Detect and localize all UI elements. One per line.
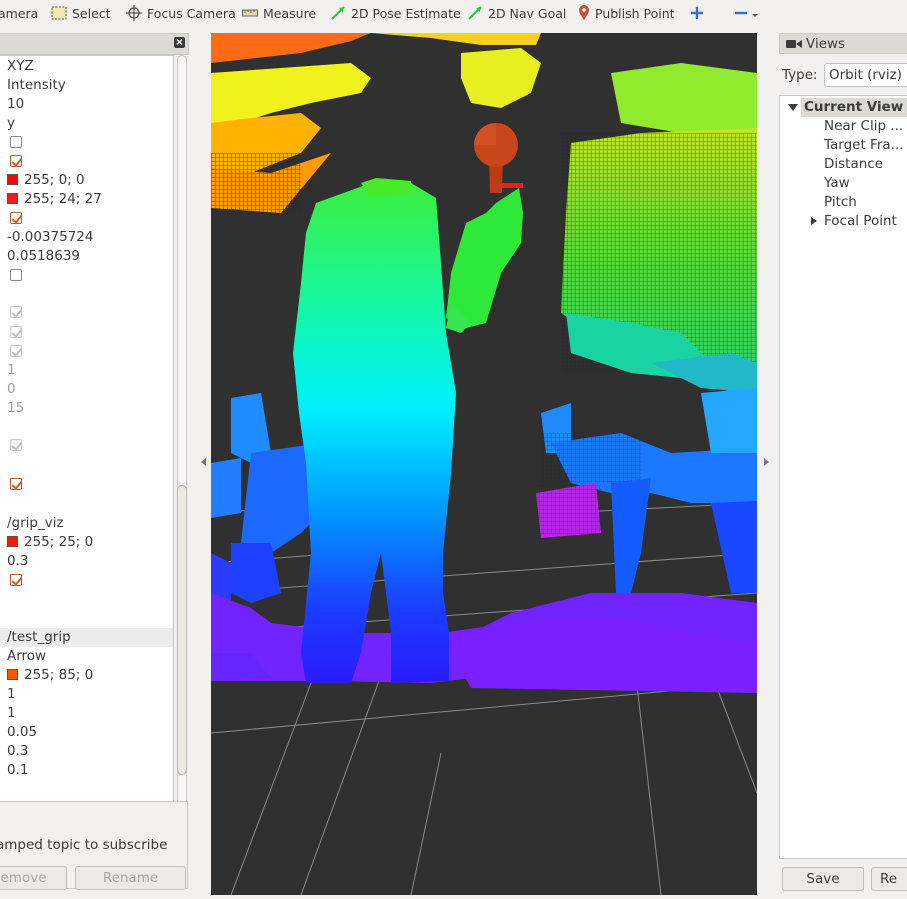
min-color-value[interactable]: 255; 0; 0 bbox=[7, 171, 85, 190]
select-tool-label: Select bbox=[72, 5, 111, 21]
disabled-checkbox-3 bbox=[10, 345, 22, 357]
displays-panel-header: × bbox=[0, 33, 189, 55]
invert-rainbow-checkbox[interactable] bbox=[10, 155, 22, 167]
pose-estimate-label: 2D Pose Estimate bbox=[351, 5, 461, 21]
grip-viz-alpha[interactable]: 0.3 bbox=[7, 552, 28, 571]
point-cloud-render bbox=[211, 33, 757, 895]
distance-item[interactable]: Distance bbox=[824, 155, 883, 174]
test-grip-color-text: 255; 85; 0 bbox=[24, 667, 94, 683]
grip-viz-color[interactable]: 255; 25; 0 bbox=[7, 533, 93, 552]
min-color-text: 255; 0; 0 bbox=[24, 172, 85, 188]
test-grip-enabled-checkbox[interactable] bbox=[10, 574, 22, 586]
test-grip-head-length[interactable]: 0.3 bbox=[7, 742, 28, 761]
add-tool-button[interactable] bbox=[690, 0, 704, 26]
channel-name-value[interactable]: y bbox=[7, 114, 15, 133]
collapse-current-view-icon[interactable] bbox=[788, 104, 798, 111]
disabled-value-1: 1 bbox=[7, 362, 16, 378]
view-type-select[interactable]: Orbit (rviz) bbox=[824, 63, 907, 87]
select-tool-button[interactable]: Select bbox=[51, 0, 111, 26]
yaw-item[interactable]: Yaw bbox=[824, 174, 850, 193]
views-tree[interactable]: Current View Near Clip ... Target Fra...… bbox=[779, 95, 907, 859]
remove-tool-button[interactable] bbox=[734, 0, 758, 26]
rename-display-button[interactable]: Rename bbox=[75, 866, 186, 890]
focus-camera-icon bbox=[126, 5, 142, 21]
disabled-value-2: 0 bbox=[7, 381, 16, 397]
max-color-value[interactable]: 255; 24; 27 bbox=[7, 190, 102, 209]
displays-panel: × XYZ Intensity 10 y 255; 0; 0 255; 24; … bbox=[0, 33, 196, 899]
toolbar: amera Select Focus Camera Measure 2D Pos… bbox=[0, 0, 907, 28]
camera-icon bbox=[786, 40, 802, 48]
min-color-swatch bbox=[7, 174, 18, 185]
scrollbar-thumb[interactable] bbox=[177, 485, 187, 775]
test-grip-color[interactable]: 255; 85; 0 bbox=[7, 666, 93, 685]
save-view-button[interactable]: Save bbox=[782, 867, 864, 891]
properties-scrollbar[interactable] bbox=[176, 55, 188, 806]
grip-viz-topic[interactable]: /grip_viz bbox=[7, 514, 64, 533]
views-panel-header: Views bbox=[779, 33, 907, 54]
nav-goal-button[interactable]: 2D Nav Goal bbox=[467, 0, 566, 26]
position-transformer-value[interactable]: XYZ bbox=[7, 57, 34, 76]
focal-point-item[interactable]: Focal Point bbox=[824, 212, 897, 231]
expand-focal-point-icon[interactable] bbox=[811, 217, 817, 225]
test-grip-color-swatch bbox=[7, 669, 18, 680]
interact-tool-label: amera bbox=[0, 5, 39, 21]
focus-camera-label: Focus Camera bbox=[147, 5, 236, 21]
max-color-text: 255; 24; 27 bbox=[24, 191, 102, 207]
publish-point-button[interactable]: Publish Point bbox=[578, 0, 675, 26]
views-panel: Views Type: Orbit (rviz) Current View Ne… bbox=[779, 33, 907, 899]
nav-goal-label: 2D Nav Goal bbox=[488, 5, 567, 21]
ground-grid bbox=[211, 502, 757, 895]
add-tool-icon bbox=[691, 7, 703, 19]
queue-size-value[interactable]: 10 bbox=[7, 95, 24, 114]
test-grip-shaft-length[interactable]: 1 bbox=[7, 704, 16, 723]
current-view-item[interactable]: Current View bbox=[804, 98, 903, 117]
test-grip-alpha[interactable]: 1 bbox=[7, 685, 16, 704]
measure-button[interactable]: Measure bbox=[242, 0, 316, 26]
interact-tool-button[interactable]: amera bbox=[0, 0, 38, 26]
views-panel-title: Views bbox=[806, 36, 846, 52]
view-type-label: Type: bbox=[782, 67, 818, 83]
publish-point-icon bbox=[579, 5, 589, 20]
use-rainbow-checkbox[interactable] bbox=[10, 136, 22, 148]
disabled-checkbox-2 bbox=[10, 326, 22, 338]
near-clip-item[interactable]: Near Clip ... bbox=[824, 117, 903, 136]
display-properties-tree[interactable]: XYZ Intensity 10 y 255; 0; 0 255; 24; 27… bbox=[0, 55, 174, 808]
target-frame-item[interactable]: Target Fra... bbox=[824, 136, 904, 155]
test-grip-marker bbox=[474, 123, 523, 193]
autocompute-bounds-checkbox[interactable] bbox=[10, 212, 22, 224]
select-icon bbox=[51, 6, 67, 20]
max-color-swatch bbox=[7, 193, 18, 204]
test-grip-shaft-radius[interactable]: 0.05 bbox=[7, 723, 37, 742]
close-icon[interactable]: × bbox=[174, 37, 185, 48]
remove-display-button[interactable]: emove bbox=[0, 866, 67, 890]
test-grip-shape[interactable]: Arrow bbox=[7, 647, 46, 666]
focus-camera-button[interactable]: Focus Camera bbox=[126, 0, 236, 26]
disabled-value-3: 15 bbox=[7, 400, 25, 416]
right-splitter-handle[interactable] bbox=[764, 458, 769, 466]
pose-estimate-icon bbox=[331, 6, 345, 20]
pose-estimate-button[interactable]: 2D Pose Estimate bbox=[330, 0, 461, 26]
test-grip-topic[interactable]: /test_grip bbox=[7, 628, 71, 647]
publish-point-label: Publish Point bbox=[595, 5, 675, 21]
color-transformer-value[interactable]: Intensity bbox=[7, 76, 66, 95]
measure-icon bbox=[242, 9, 258, 17]
reset-view-button[interactable]: Re bbox=[871, 867, 907, 891]
pitch-item[interactable]: Pitch bbox=[824, 193, 857, 212]
grip-viz-color-swatch bbox=[7, 536, 18, 547]
remove-tool-icon bbox=[735, 11, 758, 17]
grip-viz-color-text: 255; 25; 0 bbox=[24, 534, 94, 550]
min-value[interactable]: -0.00375724 bbox=[7, 228, 93, 247]
left-splitter-handle[interactable] bbox=[201, 458, 206, 466]
max-value[interactable]: 0.0518639 bbox=[7, 247, 80, 266]
measure-label: Measure bbox=[263, 5, 317, 21]
render-viewport[interactable] bbox=[211, 33, 757, 895]
disabled-checkbox-4 bbox=[10, 439, 22, 451]
nav-goal-icon bbox=[468, 6, 482, 20]
enabled-checkbox[interactable] bbox=[10, 269, 22, 281]
test-grip-head-radius[interactable]: 0.1 bbox=[7, 761, 28, 780]
disabled-checkbox-1 bbox=[10, 306, 22, 318]
display-enabled-checkbox[interactable] bbox=[10, 478, 22, 490]
